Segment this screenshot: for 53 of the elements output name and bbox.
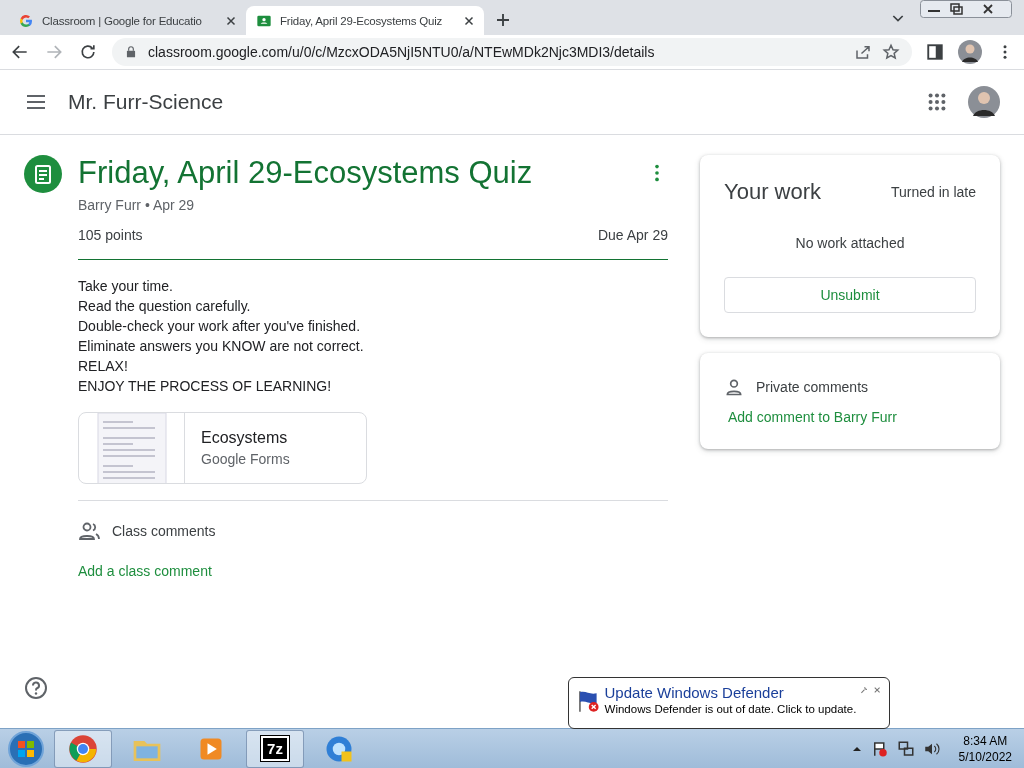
instruction-line: RELAX!	[78, 357, 129, 376]
sevenzip-icon[interactable]: 7z	[261, 736, 289, 761]
instruction-line: Eliminate answers you KNOW are not correct.	[78, 337, 365, 356]
instruction-line: ENJOY THE PROCESS OF LEARNING!	[78, 377, 333, 396]
address-bar[interactable]: classroom.google.com/u/0/c/MzcxODA5NjI5NTU0/a/NTEwMDk2Njc3MDI3/details	[112, 38, 912, 66]
clock[interactable]: 8:34 AM 5/10/2022	[958, 732, 1012, 765]
unsubmit-button[interactable]: Unsubmit	[724, 277, 976, 313]
form-thumbnail-drawing	[96, 413, 167, 483]
taskbar-button[interactable]: 7z	[246, 729, 304, 768]
help-icon[interactable]	[24, 676, 48, 700]
url-text: classroom.google.com/u/0/c/MzcxODA5NjI5NTU0/a/NTEwMDk2Njc3MDI3/details	[148, 44, 656, 60]
attachment-card[interactable]: Ecosystems Google Forms	[78, 412, 367, 484]
due-date-text: Due Apr 29	[597, 227, 668, 243]
browser-tab[interactable]: Friday, April 29-Ecosystems Quiz	[246, 6, 484, 35]
reload-icon[interactable]	[78, 42, 98, 62]
lock-icon	[124, 45, 138, 59]
assignment-icon	[24, 155, 62, 193]
byline-text: Barry Furr • Apr 29	[78, 197, 196, 213]
wrench-icon[interactable]	[860, 684, 869, 696]
avatar[interactable]	[958, 40, 982, 64]
taskbar-button[interactable]	[54, 729, 112, 768]
attachment-title: Ecosystems	[201, 429, 289, 447]
balloon-title: Update Windows Defender	[604, 684, 785, 701]
class-comments-label: Class comments	[112, 523, 216, 539]
window-controls-drawing[interactable]	[920, 0, 1012, 18]
star-icon[interactable]	[882, 43, 900, 61]
side-panel-icon[interactable]	[926, 43, 944, 61]
browser-tab[interactable]: Classroom | Google for Educatio	[8, 6, 246, 35]
tab-title: Friday, April 29-Ecosystems Quiz	[280, 14, 444, 27]
instruction-line: Read the question carefully.	[78, 297, 252, 316]
add-private-comment-link[interactable]: Add comment to Barry Furr	[728, 409, 976, 425]
network-icon[interactable]	[896, 739, 915, 758]
points-text: 105 points	[78, 227, 143, 243]
assignment-title: Friday, April 29-Ecosystems Quiz	[78, 155, 534, 191]
new-tab-icon[interactable]	[494, 11, 512, 29]
empty-text: No work attached	[794, 235, 906, 251]
person-icon	[724, 377, 744, 397]
notification-balloon[interactable]: Update Windows Defender Windows Defender is out of date. Click to update.	[568, 677, 890, 729]
apps-grid-icon[interactable]	[926, 91, 948, 113]
private-comments-label: Private comments	[756, 379, 869, 395]
tab-title: Classroom | Google for Educatio	[42, 14, 203, 27]
add-class-comment-link[interactable]: Add a class comment	[78, 563, 668, 579]
attachment-type: Google Forms	[201, 451, 290, 467]
instruction-line: Take your time.	[78, 277, 174, 296]
status-text: Turned in late	[890, 184, 976, 200]
instruction-line: Double-check your work after you've finished.	[78, 317, 362, 336]
google-icon	[18, 12, 34, 29]
your-work-title: Your work	[724, 179, 821, 205]
class-title: Mr. Furr-Science	[68, 90, 225, 114]
share-icon[interactable]	[854, 43, 872, 61]
chrome-icon[interactable]	[68, 733, 98, 764]
avatar[interactable]	[968, 86, 1000, 118]
balloon-message: Windows Defender is out of date. Click to update.	[604, 703, 857, 715]
